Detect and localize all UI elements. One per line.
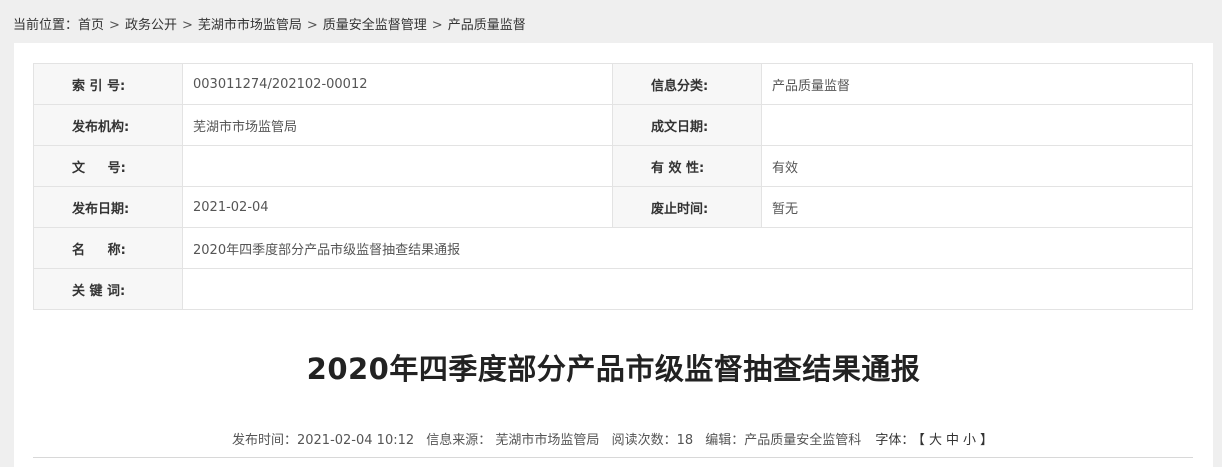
- breadcrumb-quality-safety-link[interactable]: 质量安全监督管理: [323, 18, 427, 33]
- expiry-time-label: 废止时间:: [612, 186, 762, 228]
- divider: [33, 457, 1193, 458]
- article-title: 2020年四季度部分产品市级监督抽查结果通报: [306, 352, 921, 386]
- publisher-label: 发布机构:: [33, 104, 183, 146]
- font-bracket-close: 】: [979, 433, 993, 448]
- breadcrumb-home-link[interactable]: 首页: [78, 18, 104, 33]
- view-count: 阅读次数：18: [611, 433, 694, 448]
- font-size-medium-button[interactable]: 中: [946, 433, 959, 448]
- content-panel: 索 引 号: 003011274/202102-00012 信息分类: 产品质量…: [14, 43, 1213, 467]
- breadcrumb-prefix: 当前位置：: [13, 18, 79, 33]
- breadcrumb-product-quality-link[interactable]: 产品质量监督: [448, 18, 526, 33]
- breadcrumb-gov-affairs-link[interactable]: 政务公开: [125, 18, 177, 33]
- publisher-value: 芜湖市市场监管局: [182, 104, 613, 146]
- font-bracket-open: 【: [918, 433, 925, 448]
- document-number-label: 文 号:: [33, 145, 183, 187]
- publish-time: 发布时间：2021-02-04 10:12: [231, 433, 415, 448]
- info-category-label: 信息分类:: [612, 63, 762, 105]
- index-number-value: 003011274/202102-00012: [182, 63, 613, 105]
- name-value: 2020年四季度部分产品市级监督抽查结果通报: [182, 227, 1193, 269]
- breadcrumb-separator: >: [431, 18, 443, 33]
- article-info-bar: 发布时间：2021-02-04 10:12 信息来源： 芜湖市市场监管局 阅读次…: [14, 429, 1213, 448]
- table-row: 名 称: 2020年四季度部分产品市级监督抽查结果通报: [33, 227, 1193, 269]
- validity-value: 有效: [761, 145, 1193, 187]
- table-row: 索 引 号: 003011274/202102-00012 信息分类: 产品质量…: [33, 63, 1193, 105]
- breadcrumb-separator: >: [306, 18, 318, 33]
- expiry-time-value: 暂无: [761, 186, 1193, 228]
- font-size-small-button[interactable]: 小: [963, 433, 976, 448]
- keywords-value: [182, 268, 1193, 310]
- editor: 编辑：产品质量安全监管科: [705, 433, 862, 448]
- info-category-value: 产品质量监督: [761, 63, 1193, 105]
- table-row: 发布日期: 2021-02-04 废止时间: 暂无: [33, 186, 1193, 228]
- table-row: 发布机构: 芜湖市市场监管局 成文日期:: [33, 104, 1193, 146]
- breadcrumb-bureau-link[interactable]: 芜湖市市场监管局: [198, 18, 302, 33]
- info-source: 信息来源： 芜湖市市场监管局: [426, 433, 600, 448]
- font-size-large-button[interactable]: 大: [929, 433, 942, 448]
- publish-date-value: 2021-02-04: [182, 186, 613, 228]
- publish-date-label: 发布日期:: [33, 186, 183, 228]
- index-number-label: 索 引 号:: [33, 63, 183, 105]
- name-label: 名 称:: [33, 227, 183, 269]
- written-date-value: [761, 104, 1193, 146]
- breadcrumb: 当前位置：首页 > 政务公开 > 芜湖市市场监管局 > 质量安全监督管理 > 产品质量监督: [13, 14, 526, 33]
- font-size-selector: 字体：【大中小】: [873, 433, 995, 448]
- breadcrumb-separator: >: [109, 18, 120, 33]
- metadata-table: 索 引 号: 003011274/202102-00012 信息分类: 产品质量…: [33, 63, 1193, 310]
- written-date-label: 成文日期:: [612, 104, 762, 146]
- table-row: 文 号: 有 效 性: 有效: [33, 145, 1193, 187]
- table-row: 关 键 词:: [33, 268, 1193, 310]
- validity-label: 有 效 性:: [612, 145, 762, 187]
- font-size-label: 字体：: [875, 433, 915, 448]
- document-number-value: [182, 145, 613, 187]
- breadcrumb-separator: >: [181, 18, 193, 33]
- keywords-label: 关 键 词:: [33, 268, 183, 310]
